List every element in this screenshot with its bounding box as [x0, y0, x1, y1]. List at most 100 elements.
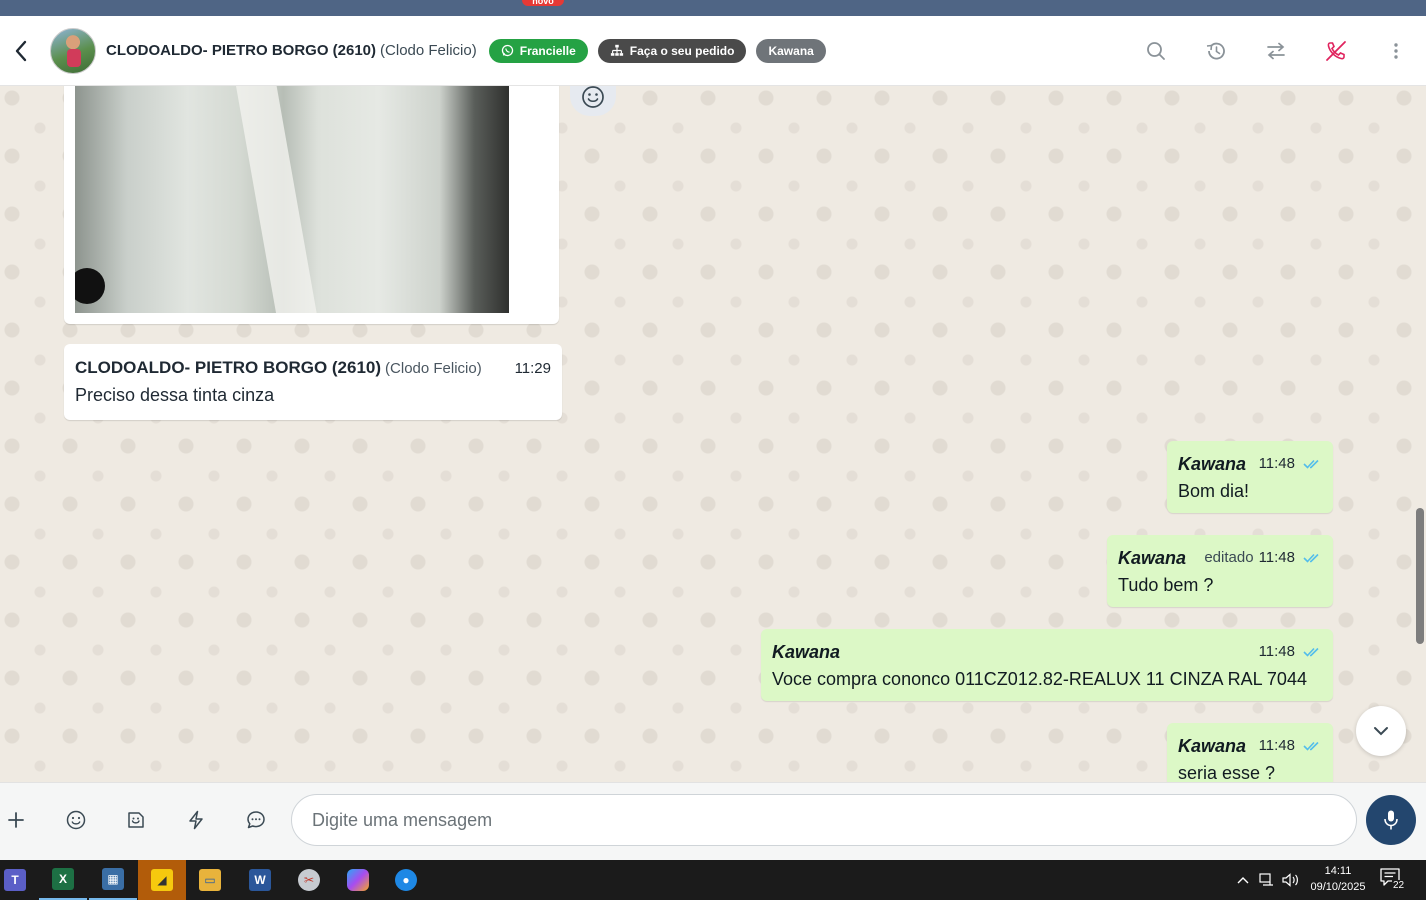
tray-network[interactable] — [1256, 860, 1278, 900]
taskbar-word[interactable]: W — [236, 860, 284, 900]
outgoing-message[interactable]: Kawana editado 11:48 Tudo bem ? — [1107, 535, 1333, 607]
chat-header: CLODOALDO- PIETRO BORGO (2610) (Clodo Fe… — [0, 16, 1426, 86]
message-input[interactable] — [291, 794, 1357, 846]
incoming-author-name: CLODOALDO- PIETRO BORGO (2610) — [75, 358, 382, 377]
outgoing-message[interactable]: Kawana 11:48 seria esse ? — [1167, 723, 1333, 782]
browser-icon: ● — [395, 869, 417, 891]
chevron-left-icon — [15, 40, 27, 61]
taskbar-copilot[interactable] — [334, 860, 382, 900]
outgoing-author: Kawana — [1178, 736, 1247, 756]
header-actions — [1126, 16, 1426, 86]
notification-center-button[interactable]: 22 — [1380, 868, 1410, 894]
end-call-icon — [1326, 41, 1346, 61]
incoming-message[interactable]: CLODOALDO- PIETRO BORGO (2610) (Clodo Fel… — [64, 344, 562, 420]
taskbar-teams[interactable]: T — [0, 860, 39, 900]
quick-replies-button[interactable] — [176, 800, 216, 840]
taskbar-excel[interactable]: X — [39, 860, 87, 900]
image-message[interactable] — [64, 86, 559, 324]
whatsapp-icon — [501, 44, 513, 57]
agent-chip-label: Francielle — [519, 43, 576, 58]
tag-chip-label: Kawana — [768, 43, 814, 58]
outgoing-text: Bom dia! — [1178, 481, 1250, 501]
tray-overflow[interactable] — [1232, 860, 1254, 900]
double-check-icon — [1303, 647, 1319, 657]
chat-area[interactable]: CLODOALDO- PIETRO BORGO (2610) (Clodo Fel… — [0, 86, 1426, 782]
paint-photo[interactable] — [75, 86, 509, 313]
lightning-icon — [189, 810, 203, 830]
sitemap-icon — [610, 44, 623, 56]
chevron-up-icon — [1237, 877, 1249, 884]
double-check-icon — [1303, 741, 1319, 751]
network-icon — [1259, 873, 1273, 886]
microphone-icon — [1384, 810, 1398, 830]
teams-icon: T — [4, 869, 26, 891]
search-button[interactable] — [1126, 16, 1186, 86]
more-vert-icon — [1394, 43, 1398, 59]
taskbar-file-explorer[interactable]: ▭ — [186, 860, 234, 900]
incoming-text: Preciso dessa tinta cinza — [75, 385, 275, 405]
transfer-button[interactable] — [1246, 16, 1306, 86]
outgoing-author: Kawana — [772, 642, 841, 662]
chat-scrollbar[interactable] — [1416, 508, 1424, 644]
emoji-icon — [582, 86, 604, 108]
more-options-button[interactable] — [1366, 16, 1426, 86]
taskbar-browser[interactable]: ● — [382, 860, 430, 900]
calculator-icon: ▦ — [102, 868, 124, 890]
outgoing-text: Voce compra cononco 011CZ012.82-REALUX 1… — [772, 669, 1307, 689]
contact-name[interactable]: CLODOALDO- PIETRO BORGO (2610) — [106, 42, 376, 59]
attach-button[interactable] — [0, 800, 36, 840]
outgoing-meta: 11:48 — [1259, 455, 1323, 472]
windows-taskbar: T X ▦ ◢ ▭ W ✂ ● 14:11 09/10/2025 22 — [0, 860, 1426, 900]
edited-label: editado — [1204, 549, 1254, 566]
outgoing-text: seria esse ? — [1178, 763, 1276, 782]
incoming-author-alias: (Clodo Felicio) — [385, 360, 482, 377]
internal-note-button[interactable] — [236, 800, 276, 840]
copilot-icon — [347, 869, 369, 891]
taskbar-calculator[interactable]: ▦ — [89, 860, 137, 900]
tray-volume[interactable] — [1280, 860, 1302, 900]
outgoing-meta: 11:48 — [1259, 737, 1323, 754]
end-chat-button[interactable] — [1306, 16, 1366, 86]
outgoing-author: Kawana — [1118, 548, 1187, 568]
taskbar-clock[interactable]: 14:11 09/10/2025 — [1302, 863, 1374, 895]
composer — [0, 782, 1426, 860]
sticker-icon — [128, 812, 144, 828]
taskbar-snipping-tool[interactable]: ✂ — [285, 860, 333, 900]
scroll-to-bottom-button[interactable] — [1356, 706, 1406, 756]
snipping-tool-icon: ✂ — [298, 869, 320, 891]
avatar[interactable] — [50, 27, 96, 74]
plus-icon — [8, 812, 24, 828]
order-chip[interactable]: Faça o seu pedido — [597, 38, 747, 63]
search-icon — [1147, 42, 1165, 60]
outgoing-meta: 11:48 — [1259, 643, 1323, 660]
history-button[interactable] — [1186, 16, 1246, 86]
word-icon: W — [249, 869, 271, 891]
chevron-down-icon — [1374, 727, 1388, 736]
transfer-icon — [1267, 42, 1285, 60]
file-explorer-icon: ▭ — [199, 869, 221, 891]
clock-time: 14:11 — [1324, 865, 1352, 877]
outgoing-time: 11:48 — [1258, 455, 1295, 472]
back-button[interactable] — [4, 34, 38, 68]
incoming-time: 11:29 — [514, 360, 551, 377]
excel-icon: X — [52, 868, 74, 890]
react-button[interactable] — [570, 86, 616, 116]
sticker-button[interactable] — [116, 800, 156, 840]
emoji-button[interactable] — [56, 800, 96, 840]
outgoing-message[interactable]: Kawana 11:48 Voce compra cononco 011CZ01… — [761, 629, 1333, 701]
incoming-author: CLODOALDO- PIETRO BORGO (2610) (Clodo Fel… — [75, 358, 482, 378]
outgoing-time: 11:48 — [1258, 643, 1295, 660]
taskbar-sticky-notes[interactable]: ◢ — [138, 860, 186, 900]
outgoing-message[interactable]: Kawana 11:48 Bom dia! — [1167, 441, 1333, 513]
new-badge: novo — [522, 0, 564, 6]
outgoing-text: Tudo bem ? — [1118, 575, 1214, 595]
outgoing-author: Kawana — [1178, 454, 1247, 474]
mic-button[interactable] — [1366, 795, 1416, 845]
browser-top-strip: novo — [0, 0, 1426, 16]
sticky-notes-icon: ◢ — [151, 869, 173, 891]
notification-count: 22 — [1392, 880, 1406, 891]
tag-chip[interactable]: Kawana — [756, 38, 826, 63]
history-icon — [1206, 42, 1225, 60]
double-check-icon — [1303, 553, 1319, 563]
agent-chip[interactable]: Francielle — [488, 38, 588, 63]
